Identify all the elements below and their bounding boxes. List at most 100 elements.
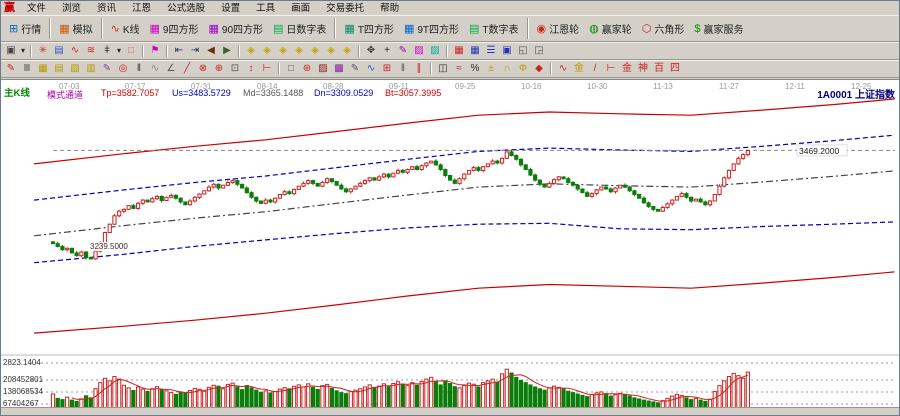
gold-section-icon[interactable]: 金 bbox=[571, 61, 587, 77]
rect-tool-icon[interactable]: □ bbox=[283, 61, 299, 77]
winner-service-button[interactable]: $赢家服务 bbox=[689, 19, 748, 38]
diamond-nav-up-icon[interactable]: ◈ bbox=[291, 43, 307, 59]
menu-item-3[interactable]: 资讯 bbox=[89, 3, 124, 14]
period-dropdown-arrow[interactable]: ▾ bbox=[19, 43, 27, 59]
diamond-nav-right-icon[interactable]: ◈ bbox=[259, 43, 275, 59]
gann-fan-tool-icon[interactable]: ▧ bbox=[67, 61, 83, 77]
prev-page-icon[interactable]: ◀ bbox=[203, 43, 219, 59]
pan-hand-icon[interactable]: ✥ bbox=[363, 43, 379, 59]
t-number-table-button[interactable]: ▤T数字表 bbox=[464, 19, 524, 38]
save-icon[interactable]: ▣ bbox=[499, 43, 515, 59]
cycle-ruler-icon[interactable]: ▥ bbox=[83, 61, 99, 77]
diamond-nav-down-icon[interactable]: ◈ bbox=[275, 43, 291, 59]
book-icon[interactable]: ◫ bbox=[435, 61, 451, 77]
winner-wheel-button[interactable]: ◍赢家轮 bbox=[584, 19, 637, 38]
gann-magic-line-icon[interactable]: 神 bbox=[635, 61, 651, 77]
candle-dropdown-arrow[interactable]: ▾ bbox=[115, 43, 123, 59]
menu-item-8[interactable]: 画面 bbox=[283, 3, 318, 14]
measure-icon[interactable]: ⊢ bbox=[259, 61, 275, 77]
percent-line-icon[interactable]: 百 bbox=[651, 61, 667, 77]
t-line-icon[interactable]: ⊢ bbox=[603, 61, 619, 77]
last-page-icon[interactable]: ⇥ bbox=[187, 43, 203, 59]
layer-magenta-icon[interactable]: ▨ bbox=[411, 43, 427, 59]
gann-square-tool-icon[interactable]: ▦ bbox=[35, 61, 51, 77]
shade-box-icon[interactable]: ▩ bbox=[331, 61, 347, 77]
day-number-table-button[interactable]: ▤日数字表 bbox=[268, 19, 331, 38]
menu-item-6[interactable]: 设置 bbox=[213, 3, 248, 14]
hexagon-button[interactable]: ⬡六角形 bbox=[637, 19, 690, 38]
parallel-lines-icon[interactable]: ∥ bbox=[411, 61, 427, 77]
fib-arc-icon[interactable]: ∩ bbox=[499, 61, 515, 77]
gann-grid-tool-icon[interactable]: ▤ bbox=[51, 61, 67, 77]
marker-pen-icon[interactable]: ✎ bbox=[99, 61, 115, 77]
diamond-nav-left-icon[interactable]: ◈ bbox=[243, 43, 259, 59]
t9-square-button[interactable]: ▦9T四方形 bbox=[399, 19, 464, 38]
diamond-nav-expand-icon[interactable]: ◈ bbox=[307, 43, 323, 59]
wave-tool-icon[interactable]: ∿ bbox=[555, 61, 571, 77]
menu-item-2[interactable]: 浏览 bbox=[54, 3, 89, 14]
percent-lines-icon[interactable]: % bbox=[467, 61, 483, 77]
layer-cyan-icon[interactable]: ▨ bbox=[427, 43, 443, 59]
copy-chart-icon[interactable]: ◱ bbox=[515, 43, 531, 59]
calendar-icon[interactable]: ▦ bbox=[451, 43, 467, 59]
info-browse-icon[interactable]: ▤ bbox=[51, 43, 67, 59]
frame-tool-icon[interactable]: ⊡ bbox=[227, 61, 243, 77]
market-overview-icon[interactable]: ✳ bbox=[35, 43, 51, 59]
crosshair-icon[interactable]: + bbox=[379, 43, 395, 59]
square90-button[interactable]: ▦90四方形 bbox=[203, 19, 268, 38]
first-page-icon[interactable]: ⇤ bbox=[171, 43, 187, 59]
data-list-icon[interactable]: ☰ bbox=[483, 43, 499, 59]
zigzag-icon[interactable]: ∿ bbox=[147, 61, 163, 77]
t-square-button[interactable]: ▦T四方形 bbox=[339, 19, 399, 38]
symbol-name: 上证指数 bbox=[855, 90, 895, 101]
gann-wheel-button[interactable]: ◉江恩轮 bbox=[532, 19, 585, 38]
multi-day-minute-icon[interactable]: ≋ bbox=[83, 43, 99, 59]
data-table-icon[interactable]: ▦ bbox=[467, 43, 483, 59]
menu-item-4[interactable]: 江恩 bbox=[124, 3, 159, 14]
square-line-icon[interactable]: 四 bbox=[667, 61, 683, 77]
angle-fan-icon[interactable]: ∠ bbox=[163, 61, 179, 77]
phi-tool-icon[interactable]: Φ bbox=[515, 61, 531, 77]
candle-chart-icon[interactable]: ǂ bbox=[99, 43, 115, 59]
minute-line-icon[interactable]: ∿ bbox=[67, 43, 83, 59]
chart-area[interactable]: 3469.20002823.14042084528011380685346740… bbox=[1, 79, 899, 411]
add-cross-icon[interactable]: ⊕ bbox=[211, 61, 227, 77]
target-circle-icon[interactable]: ◎ bbox=[115, 61, 131, 77]
kline-chart-svg[interactable]: 3469.20002823.14042084528011380685346740… bbox=[1, 80, 899, 411]
diamond-nav-center-icon[interactable]: ◈ bbox=[339, 43, 355, 59]
kline-button[interactable]: ∿K线 bbox=[106, 19, 145, 38]
diamond-mark-icon[interactable]: ◆ bbox=[531, 61, 547, 77]
flag-mark-icon[interactable]: ⚑ bbox=[147, 43, 163, 59]
vertical-grid-icon[interactable]: Ⅲ bbox=[19, 61, 35, 77]
menu-item-1[interactable]: 文件 bbox=[19, 3, 54, 14]
gold-angle-icon[interactable]: 金 bbox=[619, 61, 635, 77]
trellis-icon[interactable]: ⊞ bbox=[379, 61, 395, 77]
ray-burst-icon[interactable]: ⊛ bbox=[299, 61, 315, 77]
curve-pin-icon[interactable]: ✎ bbox=[395, 43, 411, 59]
period-selector[interactable]: ▣ bbox=[3, 43, 19, 59]
golden-ratio-icon[interactable]: ± bbox=[483, 61, 499, 77]
wave-segment-icon[interactable]: ∿ bbox=[363, 61, 379, 77]
barcode-icon[interactable]: ‖ bbox=[395, 61, 411, 77]
indicator-name[interactable]: 模式通道 bbox=[47, 88, 83, 101]
menu-item-7[interactable]: 工具 bbox=[248, 3, 283, 14]
pencil-line-icon[interactable]: ✎ bbox=[347, 61, 363, 77]
speed-line-icon[interactable]: ╱ bbox=[179, 61, 195, 77]
simulate-button[interactable]: ▦模拟 bbox=[54, 19, 97, 38]
region-select-icon[interactable]: □ bbox=[123, 43, 139, 59]
menu-item-9[interactable]: 交易委托 bbox=[318, 3, 372, 14]
divide-line-icon[interactable]: / bbox=[587, 61, 603, 77]
export-image-icon[interactable]: ◲ bbox=[531, 43, 547, 59]
brush-icon[interactable]: ✎ bbox=[3, 61, 19, 77]
diamond-nav-shrink-icon[interactable]: ◈ bbox=[323, 43, 339, 59]
menu-item-10[interactable]: 帮助 bbox=[372, 3, 407, 14]
updown-arrow-icon[interactable]: ↕ bbox=[243, 61, 259, 77]
gap-lines-icon[interactable]: ‖ bbox=[131, 61, 147, 77]
delete-cross-icon[interactable]: ⊗ bbox=[195, 61, 211, 77]
trend-wave-icon[interactable]: ≈ bbox=[451, 61, 467, 77]
quote-button[interactable]: ⊞行情 bbox=[4, 19, 46, 38]
gann-angles-icon[interactable]: ▨ bbox=[315, 61, 331, 77]
next-page-icon[interactable]: ▶ bbox=[219, 43, 235, 59]
square9-button[interactable]: ▦9四方形 bbox=[145, 19, 204, 38]
menu-item-5[interactable]: 公式选股 bbox=[159, 3, 213, 14]
